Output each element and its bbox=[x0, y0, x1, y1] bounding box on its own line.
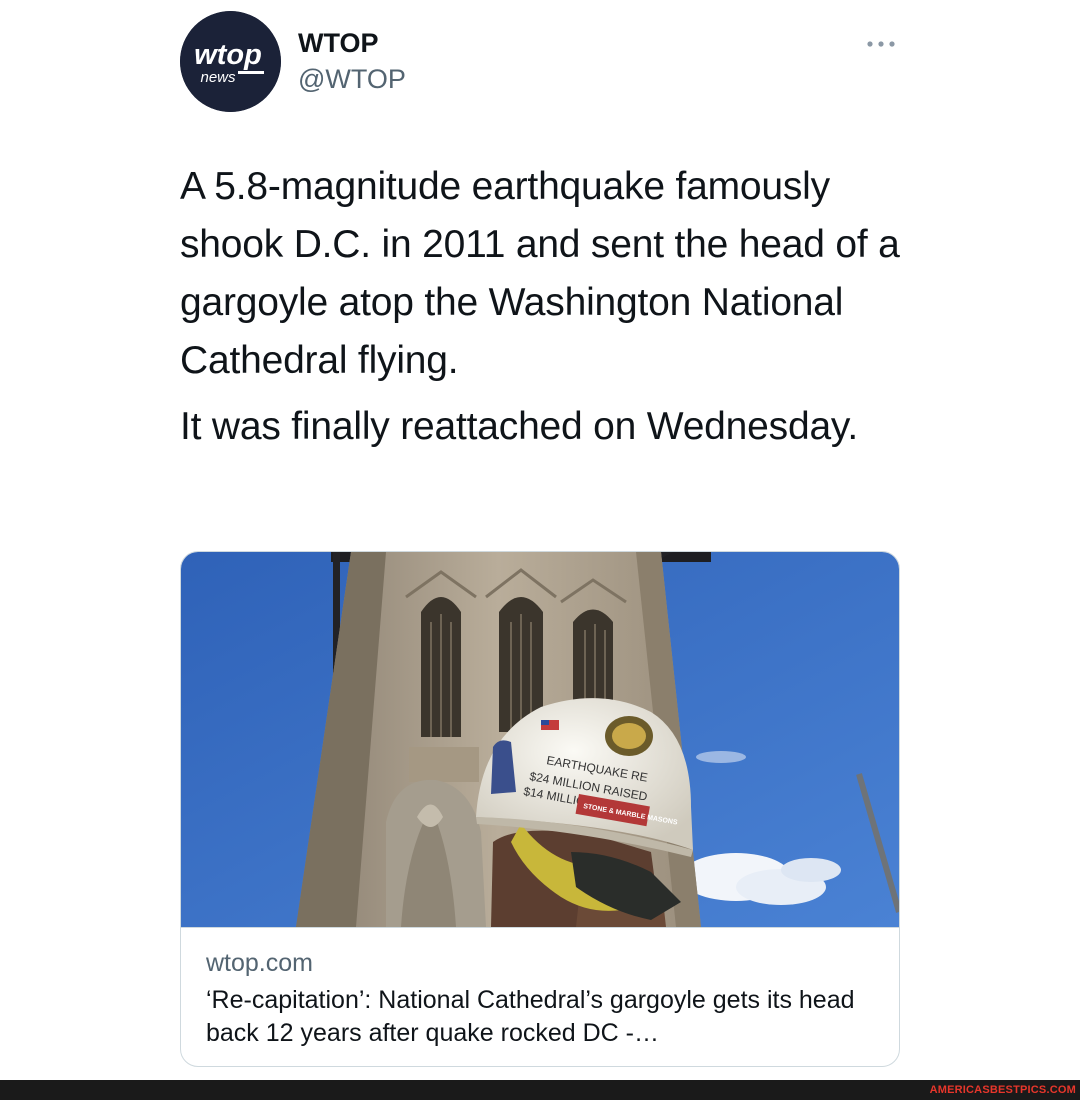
tweet-text: A 5.8-magnitude earthquake famously shoo… bbox=[180, 158, 920, 456]
author-handle[interactable]: @WTOP bbox=[298, 63, 406, 95]
more-horizontal-icon[interactable] bbox=[862, 30, 902, 56]
cathedral-photo[interactable]: EARTHQUAKE RE $24 MILLION RAISED $14 MIL… bbox=[181, 552, 899, 927]
logo-sub: news bbox=[200, 69, 236, 86]
card-divider bbox=[181, 927, 899, 928]
author-avatar[interactable]: wtop news bbox=[180, 11, 281, 112]
wtop-news-logo-icon: wtop news bbox=[180, 11, 281, 112]
author-display-name[interactable]: WTOP bbox=[298, 27, 379, 59]
card-title[interactable]: ‘Re-capitation’: National Cathedral’s ga… bbox=[206, 984, 876, 1050]
tweet-paragraph: A 5.8-magnitude earthquake famously shoo… bbox=[180, 165, 900, 382]
link-card[interactable]: EARTHQUAKE RE $24 MILLION RAISED $14 MIL… bbox=[180, 551, 900, 1067]
watermark-bar: AMERICASBESTPICS.COM bbox=[0, 1080, 1080, 1100]
tweet-paragraph: It was finally reattached on Wednesday. bbox=[180, 405, 858, 448]
logo-word: wtop bbox=[194, 39, 262, 71]
card-domain[interactable]: wtop.com bbox=[206, 948, 313, 978]
watermark-text[interactable]: AMERICASBESTPICS.COM bbox=[930, 1083, 1076, 1097]
